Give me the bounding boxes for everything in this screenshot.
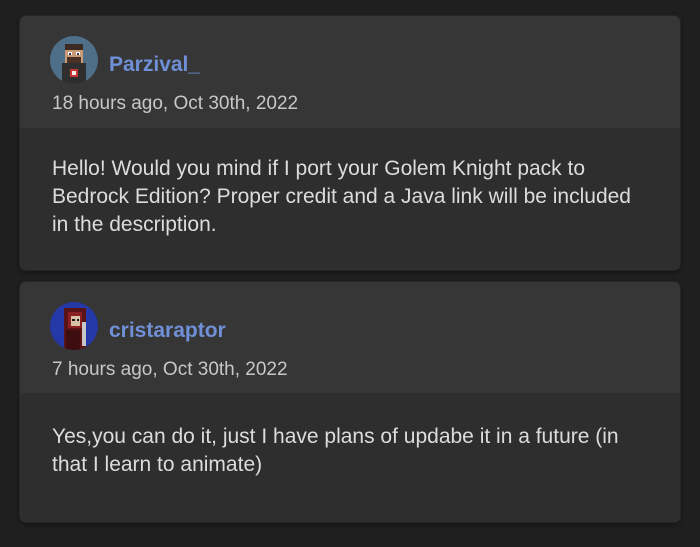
- comment-body-text: Yes,you can do it, just I have plans of …: [52, 425, 619, 476]
- avatar[interactable]: [50, 302, 98, 350]
- comment-timestamp: 7 hours ago, Oct 30th, 2022: [52, 359, 288, 380]
- pixel-character-avatar-icon: [50, 36, 98, 84]
- username-link[interactable]: Parzival_: [109, 53, 200, 77]
- username-link[interactable]: cristaraptor: [109, 319, 226, 343]
- comment-header: cristaraptor 7 hours ago, Oct 30th, 2022: [20, 282, 680, 393]
- comment-timestamp: 18 hours ago, Oct 30th, 2022: [52, 93, 299, 114]
- comment-card: cristaraptor 7 hours ago, Oct 30th, 2022…: [20, 282, 680, 522]
- pixel-character-avatar-icon: [50, 302, 98, 350]
- comment-header: Parzival_ 18 hours ago, Oct 30th, 2022: [20, 16, 680, 128]
- comment-card: Parzival_ 18 hours ago, Oct 30th, 2022 H…: [20, 16, 680, 270]
- comment-body-text: Hello! Would you mind if I port your Gol…: [52, 157, 631, 236]
- avatar[interactable]: [50, 36, 98, 84]
